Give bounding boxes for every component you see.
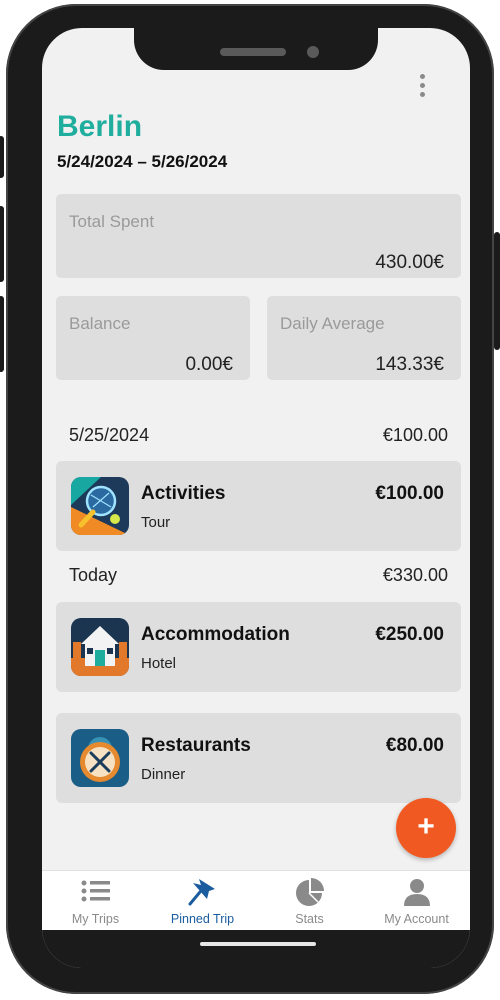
nav-label: My Account [384, 912, 449, 926]
trip-dates: 5/24/2024 – 5/26/2024 [57, 152, 228, 171]
volume-down-button [0, 296, 4, 372]
expense-item-activities[interactable]: Activities Tour €100.00 [56, 461, 461, 551]
power-button [494, 232, 500, 350]
activities-icon [71, 477, 129, 535]
balance-card: Balance 0.00€ [56, 296, 250, 380]
volume-up-button [0, 206, 4, 282]
mute-switch [0, 136, 4, 178]
day-date: Today [69, 565, 118, 585]
front-camera [307, 46, 319, 58]
home-indicator[interactable] [200, 942, 316, 946]
balance-label: Balance [69, 314, 131, 333]
daily-average-value: 143.33€ [375, 354, 444, 375]
notch [134, 8, 378, 70]
home-bar-area [42, 930, 470, 968]
day-date: 5/25/2024 [69, 425, 150, 445]
list-icon [78, 877, 114, 907]
nav-item-my-account[interactable]: My Account [363, 871, 470, 930]
trip-title: Berlin [57, 110, 143, 143]
nav-label: Stats [295, 912, 324, 926]
total-spent-card: Total Spent 430.00€ [56, 194, 461, 278]
total-spent-label: Total Spent [69, 212, 155, 231]
nav-item-my-trips[interactable]: My Trips [42, 871, 149, 930]
speaker-grille [220, 48, 286, 56]
accommodation-icon [71, 618, 129, 676]
expense-category: Restaurants [141, 735, 251, 756]
restaurants-icon [71, 729, 129, 787]
expense-category: Accommodation [141, 624, 290, 645]
day-total: €330.00 [382, 565, 448, 585]
more-options-icon[interactable] [416, 74, 428, 102]
expense-description: Dinner [141, 766, 186, 783]
pin-icon [185, 877, 221, 907]
app-screen: Berlin 5/24/2024 – 5/26/2024 Total Spent… [42, 28, 470, 968]
phone-frame: Berlin 5/24/2024 – 5/26/2024 Total Spent… [0, 4, 500, 994]
expense-amount: €250.00 [375, 624, 444, 645]
add-expense-button[interactable]: + [396, 798, 456, 858]
day-header: Today €330.00 [69, 565, 448, 586]
bottom-navigation: My Trips Pinned Trip Stats My Account [42, 870, 470, 930]
nav-label: Pinned Trip [170, 912, 235, 926]
nav-item-pinned-trip[interactable]: Pinned Trip [149, 871, 256, 930]
expense-item-restaurants[interactable]: Restaurants Dinner €80.00 [56, 713, 461, 803]
pie-chart-icon [292, 877, 328, 907]
nav-label: My Trips [71, 912, 120, 926]
person-icon [399, 877, 435, 907]
expense-category: Activities [141, 483, 226, 504]
day-header: 5/25/2024 €100.00 [69, 425, 448, 446]
daily-average-label: Daily Average [280, 314, 385, 333]
expense-description: Hotel [141, 655, 177, 672]
day-total: €100.00 [382, 425, 448, 445]
expense-amount: €100.00 [375, 483, 444, 504]
total-spent-value: 430.00€ [375, 252, 444, 273]
balance-value: 0.00€ [185, 354, 233, 375]
expense-amount: €80.00 [385, 735, 444, 756]
nav-item-stats[interactable]: Stats [256, 871, 363, 930]
daily-average-card: Daily Average 143.33€ [267, 296, 461, 380]
expense-description: Tour [141, 514, 171, 531]
expense-item-accommodation[interactable]: Accommodation Hotel €250.00 [56, 602, 461, 692]
